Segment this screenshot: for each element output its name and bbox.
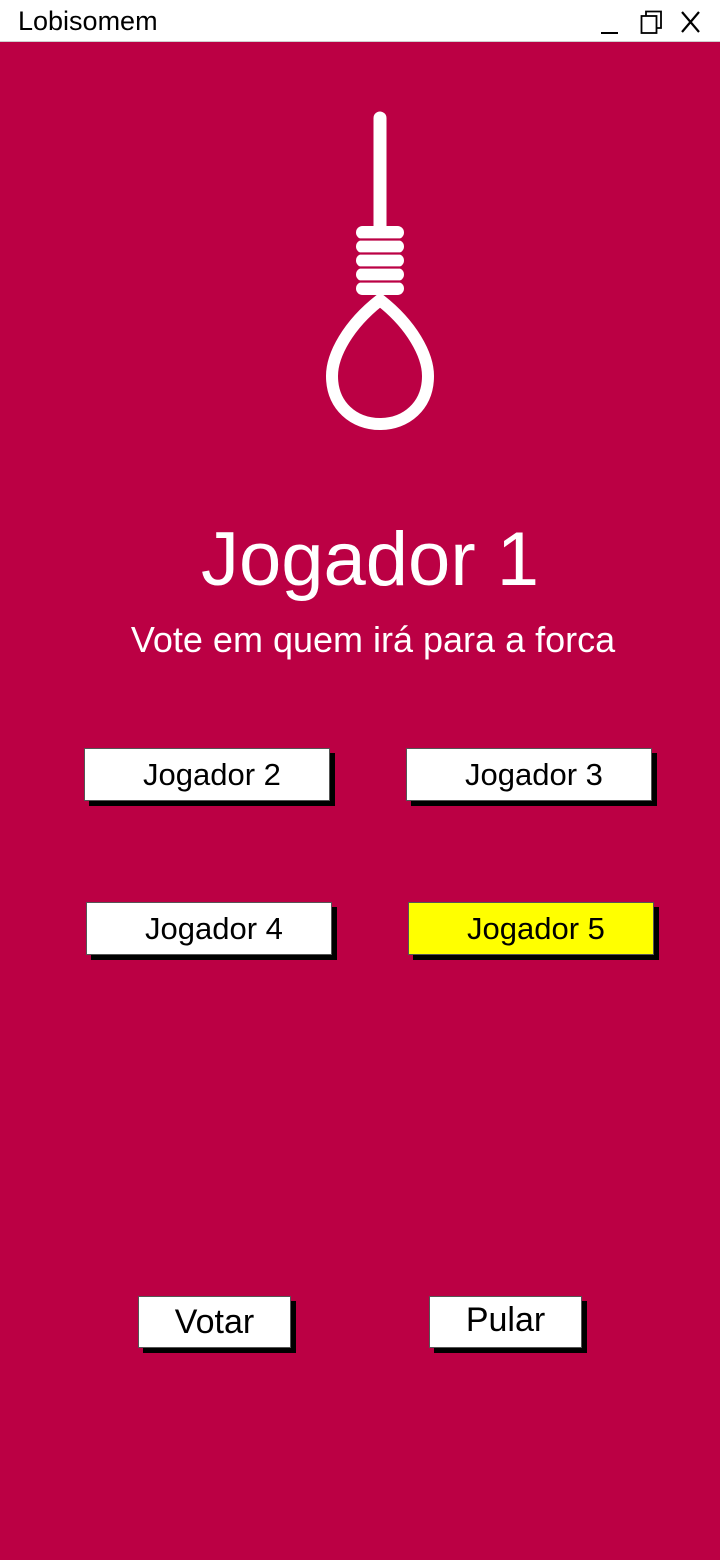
skip-button[interactable]: Pular: [429, 1296, 582, 1348]
close-icon: [681, 11, 700, 33]
window-title: Lobisomem: [18, 6, 158, 36]
player-2-button[interactable]: Jogador 2: [84, 748, 330, 801]
minimize-icon: [601, 32, 618, 34]
restore-icon: [640, 10, 662, 34]
title-bar: Lobisomem: [0, 0, 720, 42]
maximize-button[interactable]: [632, 0, 670, 42]
vote-button[interactable]: Votar: [138, 1296, 291, 1348]
player-3-button[interactable]: Jogador 3: [406, 748, 652, 801]
vote-instruction: Vote em quem irá para a forca: [130, 619, 616, 660]
app-window: Lobisomem Jogador 1 Vote em quem irá par…: [0, 0, 720, 1560]
player-4-button[interactable]: Jogador 4: [86, 902, 332, 955]
current-player-title: Jogador 1: [200, 517, 540, 602]
minimize-button[interactable]: [590, 0, 628, 42]
close-button[interactable]: [672, 0, 710, 42]
noose-icon: [326, 111, 434, 430]
player-5-button[interactable]: Jogador 5: [408, 902, 654, 955]
